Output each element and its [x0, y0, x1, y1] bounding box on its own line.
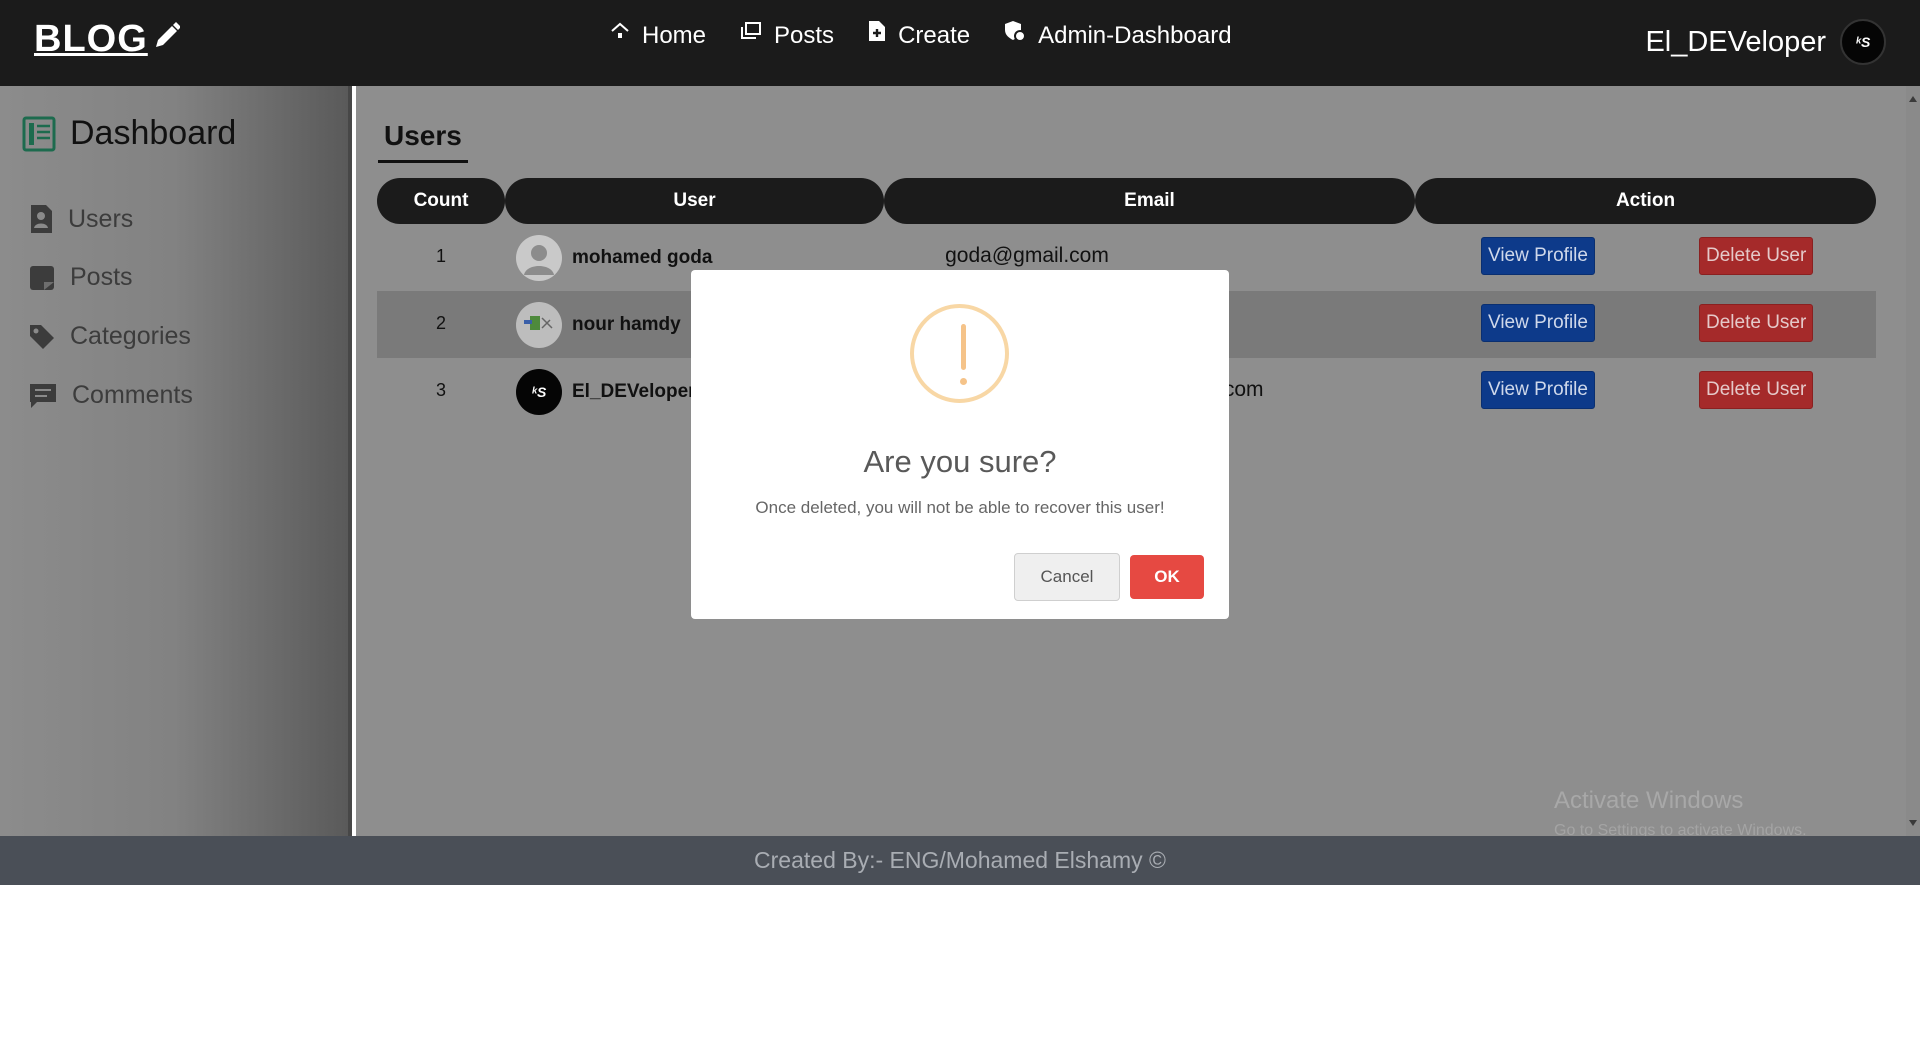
top-navbar: BLOG Home Posts Create Admin-Dashboard E…: [0, 0, 1920, 86]
sidebar-title: Dashboard: [22, 114, 236, 153]
scroll-down-arrow[interactable]: [1909, 820, 1917, 826]
avatar: [516, 302, 562, 348]
view-profile-button[interactable]: View Profile: [1481, 237, 1595, 275]
warning-icon-dot: [960, 378, 967, 385]
sidebar-item-categories[interactable]: Categories: [28, 322, 191, 351]
row-count: 2: [435, 313, 446, 333]
view-profile-button[interactable]: View Profile: [1481, 304, 1595, 342]
cancel-button[interactable]: Cancel: [1014, 553, 1120, 601]
nav-home-link[interactable]: Home: [610, 22, 706, 50]
sidebar: Dashboard Users Posts Categories Comment…: [0, 86, 352, 836]
nav-create-label: Create: [898, 22, 971, 49]
avatar: ᵏS: [516, 369, 562, 415]
delete-user-button[interactable]: Delete User: [1699, 237, 1814, 275]
sidebar-item-categories-label: Categories: [70, 322, 191, 350]
sidebar-item-posts[interactable]: Posts: [28, 263, 133, 292]
windows-watermark-title: Activate Windows: [1554, 787, 1744, 814]
footer: Created By:- ENG/Mohamed Elshamy ©: [0, 836, 1920, 885]
view-profile-button[interactable]: View Profile: [1481, 371, 1595, 409]
dialog-message: Once deleted, you will not be able to re…: [755, 498, 1165, 517]
logo[interactable]: BLOG: [34, 18, 180, 61]
file-plus-icon: [869, 21, 886, 41]
ok-button[interactable]: OK: [1130, 555, 1204, 599]
column-header-count: Count: [377, 178, 505, 224]
avatar: [516, 235, 562, 281]
warning-icon: [910, 304, 1009, 403]
home-icon: [611, 22, 629, 38]
column-header-email: Email: [884, 178, 1415, 224]
row-email: goda@gmail.com: [945, 244, 1109, 267]
row-user: ᵏS El_DEVeloper: [516, 369, 696, 415]
user-menu[interactable]: El_DEVeloper ᵏS: [1645, 19, 1886, 65]
row-count: 3: [435, 380, 446, 400]
nav-admin-link[interactable]: Admin-Dashboard: [1004, 21, 1232, 50]
row-user: nour hamdy: [516, 302, 681, 348]
confirm-delete-dialog: Are you sure? Once deleted, you will not…: [691, 270, 1229, 619]
column-header-user: User: [505, 178, 884, 224]
nav-home-label: Home: [642, 22, 707, 49]
nav-posts-label: Posts: [774, 22, 835, 49]
user-avatar[interactable]: ᵏS: [1840, 19, 1886, 65]
sidebar-item-comments-label: Comments: [72, 381, 193, 409]
row-user-name: nour hamdy: [572, 314, 681, 335]
user-photo-icon: [524, 316, 553, 330]
delete-user-button[interactable]: Delete User: [1699, 304, 1814, 342]
pencil-icon: [155, 21, 180, 47]
nav-posts-link[interactable]: Posts: [740, 22, 834, 50]
row-count: 1: [435, 246, 446, 266]
tag-icon: [30, 324, 54, 349]
users-table: Count User Email Action 1 mohamed goda g…: [377, 178, 1876, 425]
sidebar-title-label: Dashboard: [70, 114, 237, 152]
table-header: Count User Email Action: [377, 178, 1876, 224]
user-name: El_DEVeloper: [1645, 25, 1826, 58]
dashboard-icon: [22, 116, 56, 151]
scrollbar[interactable]: [1906, 86, 1920, 836]
row-user-name: mohamed goda: [572, 247, 713, 268]
user-icon: [31, 205, 52, 233]
avatar-text: ᵏS: [531, 384, 547, 400]
shield-icon: [1005, 21, 1027, 42]
page-title: Users: [378, 120, 468, 163]
default-avatar-icon: [524, 245, 554, 275]
row-user: mohamed goda: [516, 235, 712, 281]
delete-user-button[interactable]: Delete User: [1699, 371, 1814, 409]
app-root: BLOG Home Posts Create Admin-Dashboard E…: [0, 0, 1920, 885]
nav-create-link[interactable]: Create: [868, 21, 971, 50]
posts-icon: [30, 265, 54, 290]
logo-text: BLOG: [34, 18, 148, 60]
main-nav: Home Posts Create Admin-Dashboard: [610, 21, 1232, 50]
avatar-text: ᵏS: [1855, 34, 1871, 50]
footer-text: Created By:- ENG/Mohamed Elshamy ©: [754, 847, 1166, 873]
sidebar-item-users[interactable]: Users: [28, 204, 133, 234]
sidebar-item-posts-label: Posts: [70, 263, 133, 291]
row-user-name: El_DEVeloper: [572, 381, 696, 402]
column-header-action: Action: [1415, 178, 1876, 224]
warning-icon-bar: [961, 324, 966, 370]
sidebar-item-comments[interactable]: Comments: [28, 381, 193, 410]
comment-icon: [30, 383, 56, 408]
posts-icon: [741, 22, 762, 39]
scroll-up-arrow[interactable]: [1909, 96, 1917, 102]
sidebar-item-users-label: Users: [68, 204, 134, 233]
nav-admin-label: Admin-Dashboard: [1038, 22, 1232, 49]
dialog-title: Are you sure?: [863, 444, 1057, 479]
